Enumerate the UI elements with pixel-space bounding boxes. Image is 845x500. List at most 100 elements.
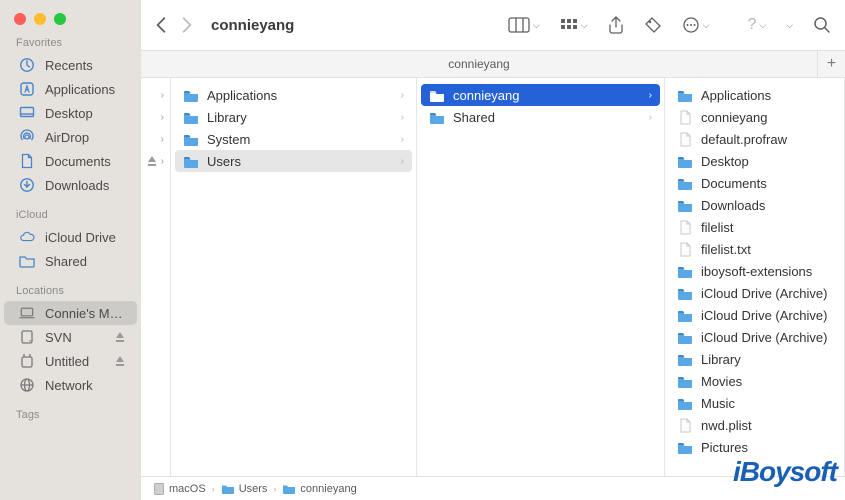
list-item[interactable]: Library›: [175, 106, 412, 128]
airdrop-icon: [19, 129, 35, 145]
sidebar-item[interactable]: Recents: [4, 53, 137, 77]
list-item[interactable]: connieyang›: [421, 84, 660, 106]
clock-icon: [19, 57, 35, 73]
sidebar-item-label: SVN: [45, 330, 105, 345]
folder-icon: [183, 154, 199, 168]
column-3: Applicationsconnieyang default.profraw Des…: [665, 78, 845, 476]
back-button[interactable]: [155, 16, 167, 34]
path-bar: macOS›Users›connieyang: [141, 476, 845, 500]
sidebar-item[interactable]: SVN: [4, 325, 137, 349]
sidebar-item[interactable]: Network: [4, 373, 137, 397]
chevron-right-icon: ›: [401, 112, 404, 123]
path-label: macOS: [169, 483, 206, 495]
list-item[interactable]: iCloud Drive (Archive): [669, 326, 840, 348]
sidebar-item[interactable]: Untitled: [4, 349, 137, 373]
folder-icon: [183, 132, 199, 146]
sidebar-item-label: Applications: [45, 82, 125, 97]
list-item[interactable]: Downloads: [669, 194, 840, 216]
share-button[interactable]: [608, 16, 624, 34]
disk-ext-icon: [19, 353, 35, 369]
folder-icon: [677, 88, 693, 102]
list-item[interactable]: iCloud Drive (Archive): [669, 304, 840, 326]
view-mode-button[interactable]: ⌵: [508, 17, 540, 33]
close-window-button[interactable]: [14, 13, 26, 25]
column-browser: ›››› Applications›Library›System›Users› …: [141, 78, 845, 476]
list-item[interactable]: connieyang: [669, 106, 840, 128]
folder-icon: [677, 396, 693, 410]
sidebar-item-label: iCloud Drive: [45, 230, 125, 245]
eject-icon[interactable]: [115, 356, 125, 367]
sidebar-item-label: Desktop: [45, 106, 125, 121]
list-item[interactable]: Shared›: [421, 106, 660, 128]
list-item[interactable]: filelist: [669, 216, 840, 238]
sidebar-item[interactable]: iCloud Drive: [4, 225, 137, 249]
list-item[interactable]: Applications›: [175, 84, 412, 106]
item-name: Movies: [701, 374, 832, 389]
list-item[interactable]: Users›: [175, 150, 412, 172]
sidebar-item[interactable]: Downloads: [4, 173, 137, 197]
list-item[interactable]: ›: [141, 106, 170, 128]
sidebar-item[interactable]: Applications: [4, 77, 137, 101]
help-button[interactable]: ?⌵: [747, 16, 766, 34]
item-name: default.profraw: [701, 132, 832, 147]
list-item[interactable]: System›: [175, 128, 412, 150]
window-controls: [0, 0, 141, 25]
folder-icon: [221, 483, 235, 494]
list-item[interactable]: Applications: [669, 84, 840, 106]
path-segment[interactable]: Users: [221, 483, 268, 495]
group-button[interactable]: ⌵: [560, 18, 588, 32]
chevron-right-icon: ›: [161, 156, 164, 167]
list-item[interactable]: Documents: [669, 172, 840, 194]
folder-icon: [183, 88, 199, 102]
eject-icon[interactable]: [115, 332, 125, 343]
chevron-right-icon: ›: [649, 90, 652, 101]
eject-icon[interactable]: [147, 156, 157, 167]
list-item[interactable]: nwd.plist: [669, 414, 840, 436]
shared-icon: [19, 253, 35, 269]
search-button[interactable]: [813, 16, 831, 34]
list-item[interactable]: iboysoft-extensions: [669, 260, 840, 282]
list-item[interactable]: iCloud Drive (Archive): [669, 282, 840, 304]
cloud-icon: [19, 229, 35, 245]
list-item[interactable]: Library: [669, 348, 840, 370]
list-item[interactable]: Pictures: [669, 436, 840, 458]
minimize-window-button[interactable]: [34, 13, 46, 25]
list-item[interactable]: Desktop: [669, 150, 840, 172]
action-menu-button[interactable]: ⌵: [682, 16, 710, 34]
list-item[interactable]: Movies: [669, 370, 840, 392]
list-item[interactable]: ›: [141, 150, 170, 172]
dropdown-button[interactable]: ⌵: [786, 20, 793, 31]
tab[interactable]: connieyang: [141, 57, 817, 71]
chevron-right-icon: ›: [161, 90, 164, 101]
list-item[interactable]: ›: [141, 84, 170, 106]
disk-icon: [153, 482, 165, 496]
list-item[interactable]: Music: [669, 392, 840, 414]
folder-icon: [429, 88, 445, 102]
path-segment[interactable]: macOS: [153, 482, 206, 496]
sidebar-item[interactable]: AirDrop: [4, 125, 137, 149]
new-tab-button[interactable]: +: [817, 50, 845, 78]
sidebar-item[interactable]: Documents: [4, 149, 137, 173]
sidebar-section-header: iCloud: [0, 197, 141, 225]
item-name: iCloud Drive (Archive): [701, 308, 832, 323]
sidebar-item[interactable]: Shared: [4, 249, 137, 273]
chevron-right-icon: ›: [161, 134, 164, 145]
list-item[interactable]: ›: [141, 128, 170, 150]
sidebar-item-label: Connie's Ma…: [45, 306, 125, 321]
list-item[interactable]: filelist.txt: [669, 238, 840, 260]
sidebar-item[interactable]: Desktop: [4, 101, 137, 125]
file-icon: [677, 110, 693, 124]
sidebar-item[interactable]: Connie's Ma…: [4, 301, 137, 325]
tag-button[interactable]: [644, 16, 662, 34]
zoom-window-button[interactable]: [54, 13, 66, 25]
folder-icon: [677, 330, 693, 344]
item-name: System: [207, 132, 393, 147]
main-panel: connieyang ⌵ ⌵ ⌵ ?⌵ ⌵ connieyang + ›››› …: [141, 0, 845, 500]
column-2: connieyang›Shared›: [417, 78, 665, 476]
item-name: Shared: [453, 110, 641, 125]
path-segment[interactable]: connieyang: [282, 483, 356, 495]
forward-button[interactable]: [181, 16, 193, 34]
file-icon: [677, 220, 693, 234]
list-item[interactable]: default.profraw: [669, 128, 840, 150]
sidebar: FavoritesRecentsApplicationsDesktopAirDr…: [0, 0, 141, 500]
